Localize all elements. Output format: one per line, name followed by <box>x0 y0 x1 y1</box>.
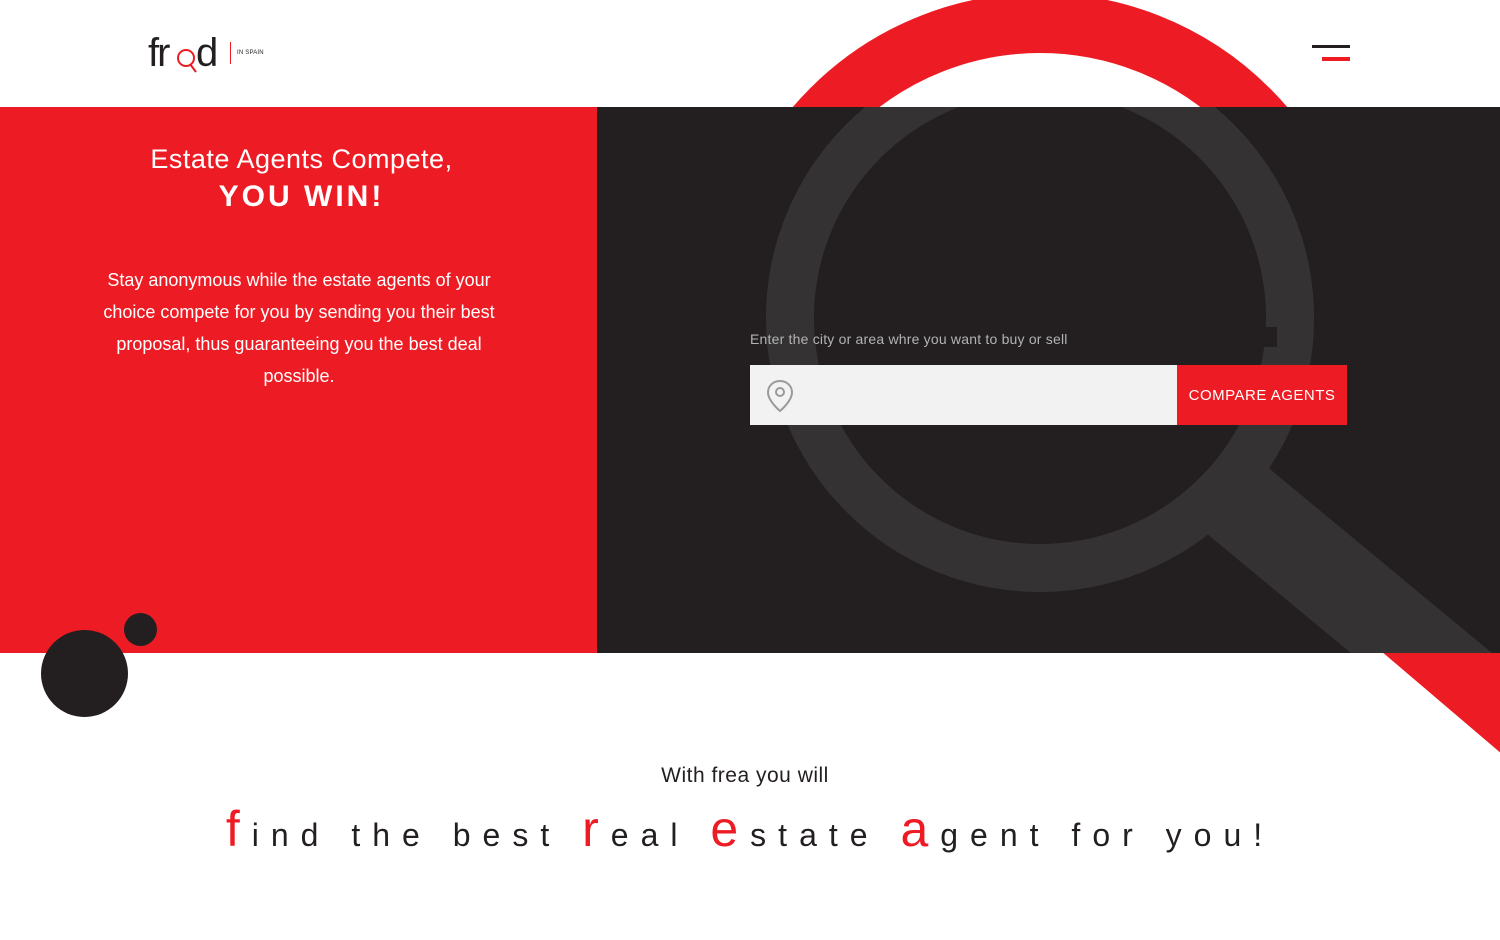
tagline-text: eal <box>610 817 711 853</box>
fred-logo-icon: fr d <box>148 31 218 75</box>
search-field[interactable] <box>750 365 1177 427</box>
tagline-intro: With frea you will <box>661 764 829 787</box>
map-pin-icon <box>766 379 794 413</box>
logo-subtitle: IN SPAIN <box>230 42 264 64</box>
search-input[interactable] <box>798 365 1172 427</box>
decorative-dot-large <box>41 630 128 717</box>
decorative-dot-small <box>124 613 157 646</box>
hamburger-accent-line <box>1322 57 1350 61</box>
hero-title-strong: YOU WIN! <box>218 180 385 213</box>
search-label: Enter the city or area whre you want to … <box>750 331 1068 347</box>
logo[interactable]: fr d IN SPAIN <box>148 30 264 76</box>
hero-title: Estate Agents Compete, <box>150 144 453 174</box>
hero-description: Stay anonymous while the estate agents o… <box>103 270 495 386</box>
magnifier-handle <box>1392 653 1500 742</box>
tagline-text: gent for you! <box>940 817 1275 853</box>
tagline: find the best real estate agent for you! <box>0 800 1500 858</box>
svg-text:fr: fr <box>148 31 170 75</box>
tagline-initial: e <box>710 801 751 857</box>
compare-agents-button[interactable]: COMPARE AGENTS <box>1177 365 1347 425</box>
tagline-text: ind the best <box>251 817 583 853</box>
logo-mark: fr d <box>148 30 224 76</box>
tagline-initial: a <box>900 801 941 857</box>
tagline-initial: r <box>582 801 611 857</box>
svg-text:d: d <box>196 31 218 75</box>
tagline-text: state <box>750 817 901 853</box>
hamburger-menu-icon <box>1312 45 1350 48</box>
menu-button[interactable] <box>1310 43 1352 65</box>
tagline-initial: f <box>225 801 252 857</box>
